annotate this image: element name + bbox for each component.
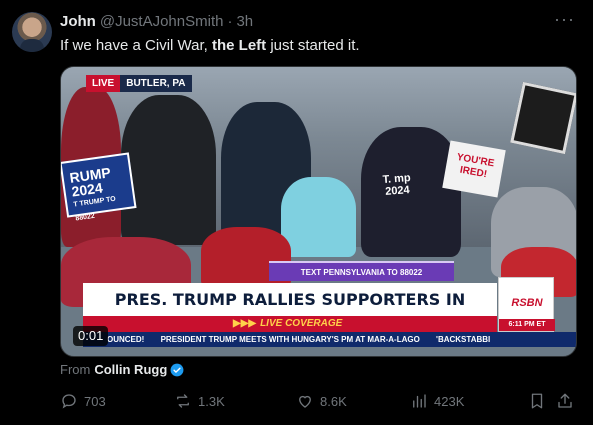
campaign-sign: [510, 81, 576, 155]
shirt-text: T. mp 2024: [382, 172, 412, 198]
tweet-text: If we have a Civil War, the Left just st…: [60, 36, 360, 56]
repost-button[interactable]: 1.3K: [174, 392, 225, 410]
author-handle[interactable]: @JustAJohnSmith: [100, 13, 224, 30]
share-button[interactable]: [556, 392, 580, 410]
ticker-item: 'BACKSTABBI: [436, 335, 491, 344]
like-count: 8.6K: [320, 393, 347, 409]
views-count: 423K: [434, 393, 465, 409]
video-duration: 0:01: [73, 326, 109, 346]
reply-icon: [62, 394, 76, 409]
crowd-person: [281, 177, 356, 257]
like-button[interactable]: 8.6K: [296, 392, 347, 410]
news-ticker: OUNCED! PRESIDENT TRUMP MEETS WITH HUNGA…: [83, 332, 576, 347]
tweet-text-part2: just started it.: [266, 37, 360, 54]
subheadline: LIVE COVERAGE: [260, 318, 343, 329]
heart-icon: [299, 395, 311, 408]
lower-third: PRES. TRUMP RALLIES SUPPORTERS IN BUTLER…: [83, 283, 497, 342]
network-time: 6:11 PM ET: [499, 319, 555, 331]
separator-dot: ·: [227, 12, 233, 30]
reply-button[interactable]: 703: [60, 392, 106, 410]
author-avatar[interactable]: [12, 12, 52, 52]
shirt-text-line: 2024: [384, 184, 411, 198]
ticker-item: PRESIDENT TRUMP MEETS WITH HUNGARY'S PM …: [160, 335, 420, 344]
attribution: From Collin Rugg: [60, 362, 184, 377]
headline: PRES. TRUMP RALLIES SUPPORTERS IN BUTLER…: [114, 290, 466, 342]
reply-count: 703: [84, 393, 106, 409]
live-label: LIVE: [86, 75, 121, 92]
tweet-text-part1: If we have a Civil War,: [60, 37, 212, 54]
crowd-person: [121, 95, 216, 245]
repost-count: 1.3K: [198, 393, 225, 409]
network-logo: RSBN 6:11 PM ET: [498, 277, 555, 332]
views-button[interactable]: 423K: [410, 392, 464, 410]
repost-icon: [177, 394, 189, 408]
more-horizontal-icon[interactable]: ···: [554, 10, 575, 28]
ticker-item: OUNCED!: [107, 335, 145, 344]
chevron-icon: ▶▶▶: [233, 318, 257, 329]
bookmark-icon: [531, 393, 543, 409]
live-badge: LIVE BUTLER, PA: [86, 75, 192, 92]
post-time[interactable]: 3h: [236, 13, 253, 30]
action-bar: 703 1.3K 8.6K 423K: [60, 392, 580, 412]
live-coverage-bar: ▶▶▶ LIVE COVERAGE: [83, 316, 497, 332]
campaign-sign: RUMP 2024 T TRUMP TO 88022: [61, 152, 137, 222]
bookmark-button[interactable]: [528, 392, 552, 410]
tweet-text-bold: the Left: [212, 37, 267, 54]
location-label: BUTLER, PA: [120, 75, 192, 92]
views-chart-icon: [413, 394, 426, 408]
share-icon: [558, 393, 572, 408]
attribution-name[interactable]: Collin Rugg: [94, 362, 167, 377]
video-player[interactable]: RUMP 2024 T TRUMP TO 88022 YOU'RE IRED! …: [60, 66, 577, 357]
author-name[interactable]: John: [60, 13, 96, 30]
network-name: RSBN: [511, 297, 543, 309]
sms-banner: TEXT PENNSYLVANIA TO 88022: [269, 261, 454, 281]
attribution-prefix: From: [60, 362, 91, 377]
verified-badge-icon: [170, 363, 184, 376]
campaign-sign: YOU'RE IRED!: [442, 140, 506, 198]
tweet-header: John @JustAJohnSmith · 3h: [60, 12, 253, 30]
